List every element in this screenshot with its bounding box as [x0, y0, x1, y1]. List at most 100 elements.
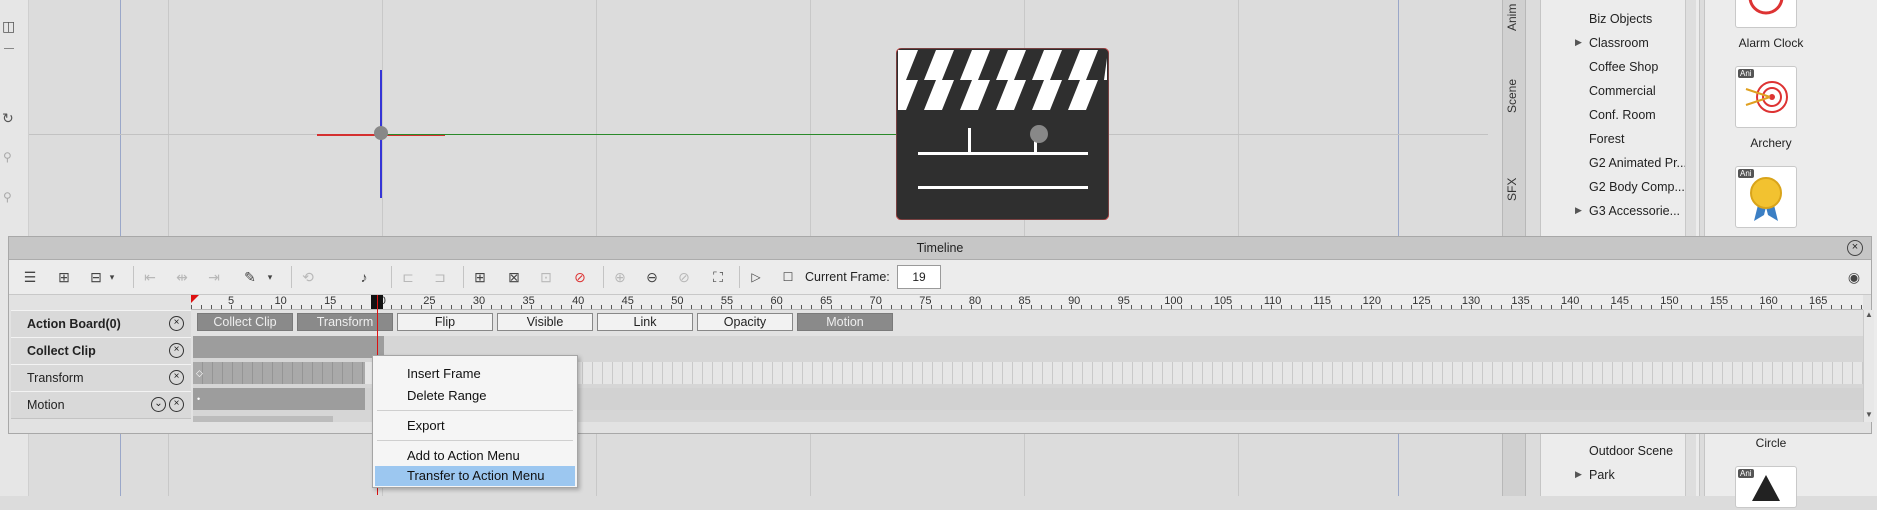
track-name: Collect Clip — [27, 344, 96, 358]
chip-motion[interactable]: Motion — [797, 313, 893, 331]
track-row-transform[interactable]: Transform × — [11, 364, 191, 392]
thumb-archery[interactable]: Ani — [1735, 66, 1797, 128]
ruler-number: 5 — [227, 295, 235, 307]
thumb-partial[interactable]: Ani — [1735, 466, 1797, 508]
expand-arrow-icon[interactable]: ▶ — [1575, 205, 1582, 216]
horizontal-scrollbar[interactable] — [193, 416, 333, 422]
tab-scene[interactable]: Scene — [1505, 76, 1523, 116]
divider — [603, 266, 604, 288]
current-frame-input[interactable]: 19 — [897, 265, 941, 289]
tree-item-g3-accessories[interactable]: G3 Accessorie... — [1589, 204, 1680, 218]
menu-item-add-to-action-menu[interactable]: Add to Action Menu — [375, 446, 575, 466]
track-row-collect-clip[interactable]: Collect Clip × — [11, 337, 191, 365]
close-icon[interactable]: × — [1847, 240, 1863, 256]
track-list-icon[interactable]: ☰ — [21, 268, 39, 286]
ruler-number: 125 — [1412, 295, 1431, 307]
chevron-down-icon[interactable]: ▾ — [103, 268, 121, 286]
motion-clip[interactable] — [193, 388, 365, 410]
ani-badge: Ani — [1738, 69, 1754, 78]
track-name: Motion — [27, 398, 65, 412]
insert-frame-icon[interactable]: ⊞ — [471, 268, 489, 286]
keyframe-icon[interactable]: ◇ — [196, 368, 203, 379]
chevron-down-icon[interactable]: ⌄ — [151, 397, 166, 412]
ruler-number: 25 — [423, 295, 436, 307]
rotate-icon[interactable]: ↻ — [2, 110, 14, 127]
chip-link[interactable]: Link — [597, 313, 693, 331]
clear-key-icon[interactable]: ⊘ — [571, 268, 589, 286]
chevron-down-icon[interactable]: ▾ — [261, 268, 279, 286]
tree-item-biz-objects[interactable]: Biz Objects — [1589, 12, 1652, 26]
vertical-scrollbar[interactable]: ▲ ▼ — [1863, 310, 1874, 422]
stop-icon[interactable]: ☐ — [779, 268, 797, 286]
close-icon[interactable]: × — [169, 343, 184, 358]
tool-icon[interactable]: ⚲ — [3, 190, 12, 204]
merge-clip-icon[interactable]: ⊐ — [431, 268, 449, 286]
frame-ruler[interactable]: 5101520253035404550556065707580859095100… — [191, 295, 1863, 310]
align-center-icon[interactable]: ⇹ — [173, 268, 191, 286]
ruler-number: 165 — [1809, 295, 1828, 307]
keyframe-dot[interactable]: • — [197, 394, 200, 404]
divider — [739, 266, 740, 288]
divider — [391, 266, 392, 288]
loop-icon[interactable]: ⟲ — [299, 268, 317, 286]
track-name: Transform — [27, 371, 84, 385]
music-note-icon[interactable]: ♪ — [355, 268, 373, 286]
chip-opacity[interactable]: Opacity — [697, 313, 793, 331]
tree-item-park[interactable]: Park — [1589, 468, 1615, 482]
align-right-icon[interactable]: ⇥ — [205, 268, 223, 286]
transform-clip[interactable] — [193, 362, 365, 384]
tab-sfx[interactable]: SFX — [1505, 176, 1523, 202]
expand-arrow-icon[interactable]: ▶ — [1575, 469, 1582, 480]
expand-arrow-icon[interactable]: ▶ — [1575, 37, 1582, 48]
chip-flip[interactable]: Flip — [397, 313, 493, 331]
zoom-out-icon[interactable]: ⊖ — [643, 268, 661, 286]
tree-item-g2-animated[interactable]: G2 Animated Pr... — [1589, 156, 1687, 170]
menu-divider — [377, 410, 573, 411]
break-clip-icon[interactable]: ⊏ — [399, 268, 417, 286]
tree-item-g2-body[interactable]: G2 Body Comp... — [1589, 180, 1685, 194]
tree-item-classroom[interactable]: Classroom — [1589, 36, 1649, 50]
zoom-reset-icon[interactable]: ⊘ — [675, 268, 693, 286]
tab-anim[interactable]: Anim — [1505, 0, 1523, 34]
menu-item-label: Delete Range — [407, 388, 487, 403]
ruler-number: 40 — [572, 295, 585, 307]
zoom-in-icon[interactable]: ⊕ — [611, 268, 629, 286]
ruler-number: 160 — [1759, 295, 1778, 307]
play-icon[interactable]: ▷ — [747, 268, 765, 286]
menu-item-delete-range[interactable]: Delete Range — [375, 386, 575, 406]
align-left-icon[interactable]: ⇤ — [141, 268, 159, 286]
collect-clip-range[interactable] — [193, 336, 384, 358]
range-icon[interactable]: ⊡ — [537, 268, 555, 286]
fit-view-icon[interactable]: ⛶ — [709, 268, 727, 286]
close-icon[interactable]: × — [169, 397, 184, 412]
ruler-number: 10 — [274, 295, 287, 307]
thumb-alarm-clock[interactable] — [1735, 0, 1797, 28]
tree-item-coffee-shop[interactable]: Coffee Shop — [1589, 60, 1658, 74]
eye-icon[interactable]: ◉ — [1845, 268, 1863, 286]
tree-item-commercial[interactable]: Commercial — [1589, 84, 1656, 98]
tree-item-outdoor-scene[interactable]: Outdoor Scene — [1589, 444, 1673, 458]
pivot-handle[interactable] — [374, 126, 388, 140]
tool-icon[interactable]: ◫ — [2, 18, 15, 35]
thumb-medal[interactable]: Ani — [1735, 166, 1797, 228]
tool-icon[interactable]: ⚲ — [3, 150, 12, 164]
chip-transform[interactable]: Transform — [297, 313, 393, 331]
close-icon[interactable]: × — [169, 370, 184, 385]
menu-item-transfer-to-action-menu[interactable]: Transfer to Action Menu — [375, 466, 575, 486]
chip-collect-clip[interactable]: Collect Clip — [197, 313, 293, 331]
timeline-window: Timeline × ☰ ⊞ ⊟ ▾ ⇤ ⇹ ⇥ ✎ ▾ ⟲ ♪ ⊏ ⊐ ⊞ ⊠… — [8, 236, 1874, 495]
ruler-number: 95 — [1117, 295, 1130, 307]
start-marker — [191, 295, 199, 303]
tree-item-forest[interactable]: Forest — [1589, 132, 1624, 146]
edit-icon[interactable]: ✎ — [241, 268, 259, 286]
track-row-action-board[interactable]: Action Board(0) × — [11, 310, 191, 338]
clapperboard-prop[interactable] — [895, 47, 1110, 221]
track-row-motion[interactable]: Motion ⌄ × — [11, 391, 191, 419]
collect-clip-icon[interactable]: ⊞ — [55, 268, 73, 286]
chip-visible[interactable]: Visible — [497, 313, 593, 331]
tree-item-conf-room[interactable]: Conf. Room — [1589, 108, 1656, 122]
menu-item-export[interactable]: Export — [375, 416, 575, 436]
close-icon[interactable]: × — [169, 316, 184, 331]
menu-item-insert-frame[interactable]: Insert Frame — [375, 364, 575, 384]
delete-frame-icon[interactable]: ⊠ — [505, 268, 523, 286]
